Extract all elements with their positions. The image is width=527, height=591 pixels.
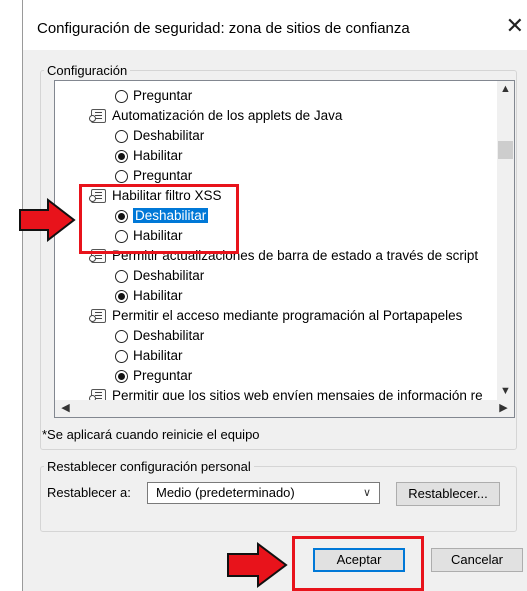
setting-option-label: Preguntar	[133, 88, 193, 103]
reset-level-select[interactable]: Medio (predeterminado) ∨	[147, 482, 380, 504]
radio-checked-icon[interactable]	[115, 210, 128, 223]
radio-unchecked-icon[interactable]	[115, 230, 128, 243]
reset-to-label: Restablecer a:	[47, 485, 131, 500]
reset-group-label: Restablecer configuración personal	[44, 459, 254, 474]
close-icon[interactable]: ✕	[506, 15, 524, 37]
title-bar: Configuración de seguridad: zona de siti…	[23, 0, 527, 50]
setting-category[interactable]: Permitir actualizaciones de barra de est…	[89, 246, 479, 266]
setting-option[interactable]: Deshabilitar	[115, 326, 204, 346]
ok-button[interactable]: Aceptar	[313, 548, 405, 572]
security-settings-dialog: Configuración de seguridad: zona de siti…	[22, 0, 527, 591]
setting-option[interactable]: Deshabilitar	[115, 266, 204, 286]
setting-category-label: Automatización de los applets de Java	[112, 108, 343, 123]
reset-button[interactable]: Restablecer...	[396, 482, 500, 506]
setting-option[interactable]: Habilitar	[115, 346, 183, 366]
setting-option[interactable]: Preguntar	[115, 166, 192, 186]
radio-checked-icon[interactable]	[115, 290, 128, 303]
setting-option[interactable]: Deshabilitar	[115, 206, 209, 226]
setting-option-label: Preguntar	[133, 368, 193, 383]
setting-option-label: Deshabilitar	[133, 268, 205, 283]
setting-option[interactable]: Habilitar	[115, 286, 183, 306]
dialog-title: Configuración de seguridad: zona de siti…	[37, 20, 410, 37]
radio-checked-icon[interactable]	[115, 370, 128, 383]
setting-category[interactable]: Automatización de los applets de Java	[89, 106, 343, 126]
settings-tree[interactable]: Preguntar Automatización de los applets d…	[54, 80, 515, 418]
setting-option[interactable]: Deshabilitar	[115, 126, 204, 146]
setting-option-label: Habilitar	[133, 348, 183, 363]
setting-option-label: Deshabilitar	[133, 128, 205, 143]
scroll-down-icon[interactable]: ▼	[497, 383, 514, 400]
scroll-right-icon[interactable]: ▶	[495, 400, 512, 417]
setting-option-label: Habilitar	[133, 228, 183, 243]
setting-option[interactable]: Habilitar	[115, 146, 183, 166]
setting-option[interactable]: Preguntar	[115, 86, 192, 106]
cancel-button[interactable]: Cancelar	[431, 548, 523, 572]
settings-category-icon	[89, 249, 106, 263]
radio-unchecked-icon[interactable]	[115, 90, 128, 103]
radio-checked-icon[interactable]	[115, 150, 128, 163]
setting-option[interactable]: Habilitar	[115, 226, 183, 246]
settings-category-icon	[89, 109, 106, 123]
settings-category-icon	[89, 189, 106, 203]
restart-note: *Se aplicará cuando reinicie el equipo	[42, 427, 260, 442]
xss-filter-arrow-icon	[19, 198, 76, 242]
radio-unchecked-icon[interactable]	[115, 350, 128, 363]
settings-category-icon	[89, 309, 106, 323]
setting-option-label: Habilitar	[133, 148, 183, 163]
setting-category[interactable]: Habilitar filtro XSS	[89, 186, 222, 206]
radio-unchecked-icon[interactable]	[115, 330, 128, 343]
setting-option-label: Deshabilitar	[133, 328, 205, 343]
radio-unchecked-icon[interactable]	[115, 170, 128, 183]
scroll-left-icon[interactable]: ◀	[57, 400, 74, 417]
setting-option-label: Preguntar	[133, 168, 193, 183]
setting-category-label: Permitir el acceso mediante programación…	[112, 308, 463, 323]
setting-option[interactable]: Preguntar	[115, 366, 192, 386]
setting-option-label: Deshabilitar	[133, 208, 209, 223]
ok-button-arrow-icon	[227, 542, 288, 588]
chevron-down-icon: ∨	[362, 487, 371, 499]
radio-unchecked-icon[interactable]	[115, 270, 128, 283]
horizontal-scrollbar[interactable]: ◀ ▶	[55, 400, 514, 417]
setting-category-label: Habilitar filtro XSS	[112, 188, 222, 203]
settings-group-label: Configuración	[44, 63, 131, 78]
scroll-up-icon[interactable]: ▲	[497, 81, 514, 98]
radio-unchecked-icon[interactable]	[115, 130, 128, 143]
scroll-thumb[interactable]	[498, 141, 513, 159]
vertical-scrollbar[interactable]: ▲ ▼	[497, 81, 514, 400]
setting-option-label: Habilitar	[133, 288, 183, 303]
setting-category-label: Permitir actualizaciones de barra de est…	[112, 248, 479, 263]
reset-level-value: Medio (predeterminado)	[156, 485, 295, 500]
setting-category[interactable]: Permitir el acceso mediante programación…	[89, 306, 463, 326]
